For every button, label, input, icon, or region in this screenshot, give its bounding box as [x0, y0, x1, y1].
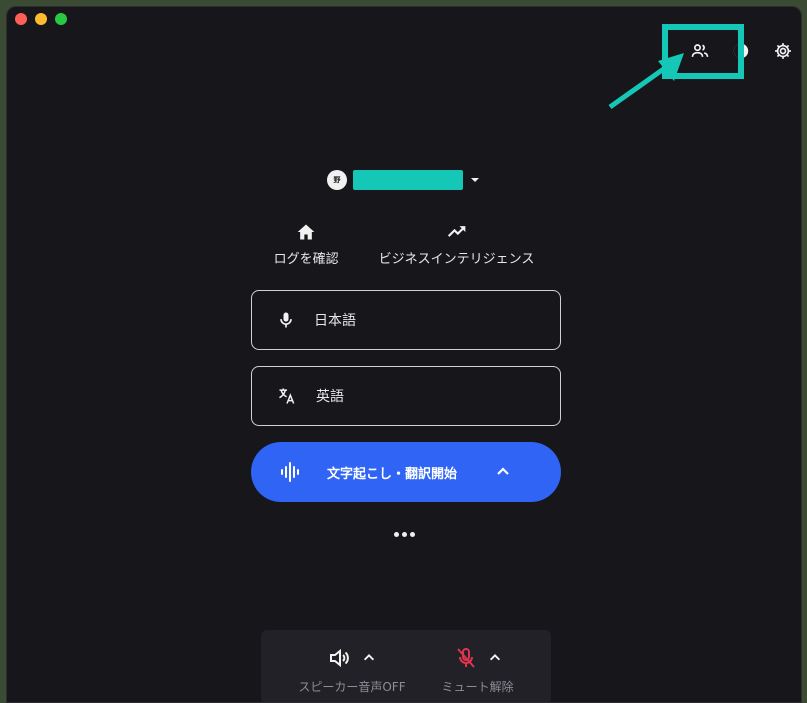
audio-controls-bar: スピーカー音声OFF ミュート解除 — [261, 630, 551, 702]
speaker-control: スピーカー音声OFF — [298, 646, 406, 702]
caret-down-icon — [471, 178, 479, 182]
view-logs-label: ログを確認 — [273, 252, 339, 267]
more-options-button[interactable] — [7, 532, 801, 537]
annotation-arrow-icon — [608, 53, 684, 110]
chevron-up-icon[interactable] — [362, 651, 376, 665]
business-intelligence-label: ビジネスインテリジェンス — [378, 252, 535, 267]
microphone-off-icon[interactable] — [454, 646, 478, 670]
chevron-up-icon[interactable] — [495, 464, 511, 480]
unmute-label: ミュート解除 — [441, 680, 514, 694]
microphone-icon — [280, 312, 292, 328]
minimize-window-button[interactable] — [35, 13, 47, 25]
source-language-label: 日本語 — [314, 313, 356, 329]
trending-up-icon — [447, 226, 465, 237]
speaker-label: スピーカー音声OFF — [298, 680, 406, 694]
target-language-label: 英語 — [316, 389, 344, 405]
target-language-selector[interactable]: 英語 — [251, 366, 561, 426]
app-window: 野 ログを確認 ビジネスインテリジェンス 日本語 英語 文字起こし・翻訳開始 ス… — [6, 6, 802, 703]
view-logs-link[interactable]: ログを確認 — [274, 222, 339, 267]
chevron-up-icon[interactable] — [488, 651, 502, 665]
window-controls — [15, 13, 67, 25]
translate-icon — [279, 388, 295, 404]
account-selector[interactable]: 野 — [7, 170, 801, 190]
mute-control: ミュート解除 — [441, 646, 514, 702]
close-window-button[interactable] — [15, 13, 27, 25]
start-transcription-button[interactable]: 文字起こし・翻訳開始 — [251, 442, 561, 502]
speaker-icon[interactable] — [328, 646, 352, 670]
source-language-selector[interactable]: 日本語 — [251, 290, 561, 350]
audio-waveform-icon — [281, 462, 299, 482]
business-intelligence-link[interactable]: ビジネスインテリジェンス — [378, 222, 535, 267]
redacted-account-name — [353, 170, 463, 190]
gear-icon[interactable] — [771, 39, 795, 63]
maximize-window-button[interactable] — [55, 13, 67, 25]
home-icon — [297, 224, 315, 240]
nav-links: ログを確認 ビジネスインテリジェンス — [7, 222, 801, 267]
start-transcription-label: 文字起こし・翻訳開始 — [327, 466, 458, 482]
avatar: 野 — [327, 170, 347, 190]
